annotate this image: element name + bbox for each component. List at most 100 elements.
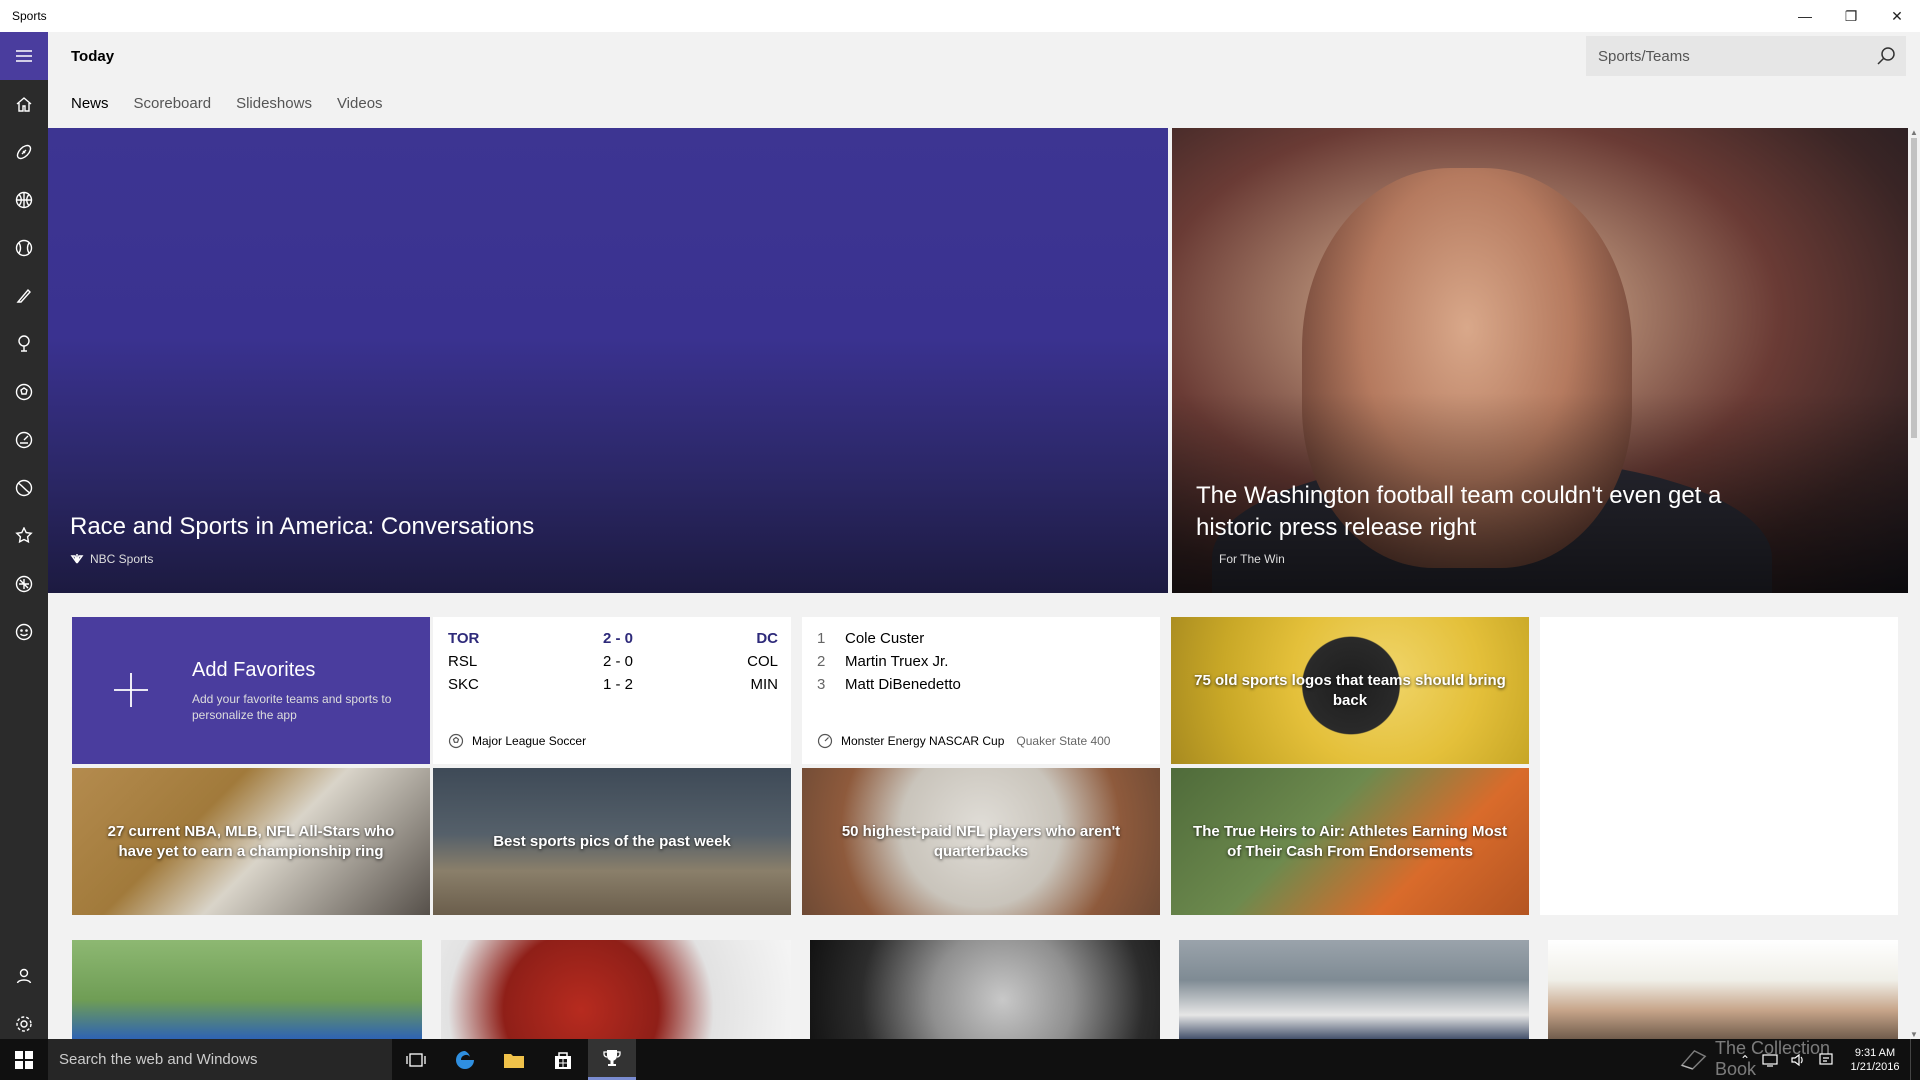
task-view-icon: [406, 1052, 426, 1067]
search-input[interactable]: [1586, 47, 1856, 65]
hero-story-right[interactable]: The Washington football team couldn't ev…: [1172, 128, 1908, 593]
nbc-logo-icon: [70, 554, 84, 564]
watermark: The Collection Book: [1680, 1038, 1860, 1079]
score-team-away: MIN: [750, 676, 779, 693]
scoreboard-tile-mls[interactable]: TOR 2 - 0 DC RSL 2 - 0 COL SKC 1 - 2 MIN…: [433, 617, 791, 764]
store-button[interactable]: [539, 1039, 587, 1080]
task-view-button[interactable]: [392, 1039, 440, 1080]
header: Today News Scoreboard Slideshows Videos: [48, 32, 1920, 128]
rank-number: 3: [817, 676, 826, 693]
score-value: 2 - 0: [602, 653, 633, 670]
rankings-icon: [15, 527, 33, 544]
edge-button[interactable]: [441, 1039, 489, 1080]
standings-footer: Monster Energy NASCAR Cup Quaker State 4…: [817, 733, 1110, 749]
story-tile-nfl-players[interactable]: 50 highest-paid NFL players who aren't q…: [802, 768, 1160, 915]
tab-slideshows[interactable]: Slideshows: [236, 95, 312, 112]
story-tile-bottom-2[interactable]: [441, 940, 791, 1040]
file-explorer-button[interactable]: [490, 1039, 538, 1080]
story-tile-best-pics[interactable]: Best sports pics of the past week: [433, 768, 791, 915]
tab-scoreboard[interactable]: Scoreboard: [134, 95, 212, 112]
score-row: SKC 1 - 2 MIN: [448, 676, 778, 698]
rail-item-rugby[interactable]: [0, 560, 48, 608]
search-box[interactable]: [1586, 36, 1906, 76]
folder-icon: [504, 1053, 524, 1068]
tile-caption: 50 highest-paid NFL players who aren't q…: [841, 822, 1121, 860]
page-title: Today: [71, 48, 115, 65]
basketball-icon: [15, 191, 33, 209]
rail-item-racing[interactable]: [0, 416, 48, 464]
show-desktop-button[interactable]: [1910, 1039, 1920, 1080]
driver-name: Cole Custer: [845, 630, 925, 647]
story-tile-old-logos[interactable]: 75 old sports logos that teams should br…: [1171, 617, 1529, 764]
tile-caption: 75 old sports logos that teams should br…: [1194, 671, 1506, 709]
rugby-icon: [15, 575, 33, 593]
scoreboard-footer: Major League Soccer: [448, 733, 586, 749]
scroll-thumb[interactable]: [1911, 138, 1917, 438]
rail-item-fantasy[interactable]: [0, 608, 48, 656]
store-icon: [555, 1051, 571, 1069]
taskbar-search[interactable]: Search the web and Windows: [48, 1039, 392, 1080]
minimize-button[interactable]: —: [1782, 0, 1828, 32]
score-team-home: RSL: [448, 653, 478, 670]
golf-icon: [18, 335, 30, 352]
story-tile-bottom-3[interactable]: [810, 940, 1160, 1040]
driver-name: Matt DiBenedetto: [845, 676, 961, 693]
edge-icon: [456, 1050, 474, 1069]
add-favorites-tile[interactable]: Add Favorites Add your favorite teams an…: [72, 617, 430, 764]
league-name: Major League Soccer: [472, 734, 587, 748]
rail-item-golf[interactable]: [0, 320, 48, 368]
taskbar: Search the web and Windows ⌃ 9:31 AM 1/2…: [0, 1039, 1920, 1080]
hamburger-menu-button[interactable]: [0, 32, 48, 80]
tile-caption: Best sports pics of the past week: [493, 832, 731, 850]
blank-tile: [1540, 617, 1898, 915]
hero-left-headline: Race and Sports in America: Conversation…: [70, 513, 535, 540]
hamburger-icon: [16, 50, 32, 62]
football-icon: [16, 144, 32, 160]
rail-item-rankings[interactable]: [0, 512, 48, 560]
score-row: TOR 2 - 0 DC: [448, 630, 778, 652]
story-tile-allstars[interactable]: 27 current NBA, MLB, NFL All-Stars who h…: [72, 768, 430, 915]
maximize-button[interactable]: ❐: [1828, 0, 1874, 32]
score-team-away: COL: [747, 653, 778, 670]
list-item: 1 Cole Custer: [817, 630, 924, 652]
list-item: 3 Matt DiBenedetto: [817, 676, 961, 698]
story-tile-bottom-4[interactable]: [1179, 940, 1529, 1040]
score-value: 2 - 0: [602, 630, 633, 647]
story-tile-bottom-1[interactable]: [72, 940, 422, 1040]
sports-app-button[interactable]: [588, 1039, 636, 1080]
event-name: Quaker State 400: [1016, 734, 1111, 748]
rail-item-soccer[interactable]: [0, 368, 48, 416]
story-tile-true-heirs[interactable]: The True Heirs to Air: Athletes Earning …: [1171, 768, 1529, 915]
rail-item-basketball[interactable]: [0, 176, 48, 224]
tab-news[interactable]: News: [71, 95, 109, 112]
app-title: Sports: [12, 9, 47, 23]
scroll-down-icon[interactable]: ▼: [1910, 1030, 1918, 1039]
hockey-icon: [16, 288, 31, 303]
rank-number: 2: [817, 653, 826, 670]
account-icon: [16, 968, 32, 984]
fantasy-icon: [15, 623, 33, 641]
search-icon[interactable]: [1876, 46, 1896, 66]
soccer-icon: [15, 383, 33, 401]
rail-item-hockey[interactable]: [0, 272, 48, 320]
close-button[interactable]: ✕: [1874, 0, 1920, 32]
rail-item-account[interactable]: [0, 952, 48, 1000]
settings-icon: [16, 1016, 32, 1032]
hero-right-source: For The Win: [1219, 552, 1285, 566]
baseball-icon: [15, 239, 33, 257]
tab-videos[interactable]: Videos: [337, 95, 383, 112]
story-tile-bottom-5[interactable]: [1548, 940, 1898, 1040]
rail-item-baseball[interactable]: [0, 224, 48, 272]
scroll-up-icon[interactable]: ▲: [1910, 128, 1918, 137]
standings-tile-nascar[interactable]: 1 Cole Custer 2 Martin Truex Jr. 3 Matt DiB…: [802, 617, 1160, 764]
racing-icon: [817, 733, 833, 749]
hero-story-left[interactable]: Race and Sports in America: Conversation…: [48, 128, 1168, 593]
watermark-text: The Collection Book: [1715, 1038, 1831, 1079]
rail-item-tennis[interactable]: [0, 464, 48, 512]
rail-item-football[interactable]: [0, 128, 48, 176]
vertical-scrollbar[interactable]: ▲ ▼: [1908, 128, 1920, 1039]
list-item: 2 Martin Truex Jr.: [817, 653, 948, 675]
rail-item-home[interactable]: [0, 80, 48, 128]
start-button[interactable]: [0, 1039, 48, 1080]
home-icon: [16, 97, 32, 112]
